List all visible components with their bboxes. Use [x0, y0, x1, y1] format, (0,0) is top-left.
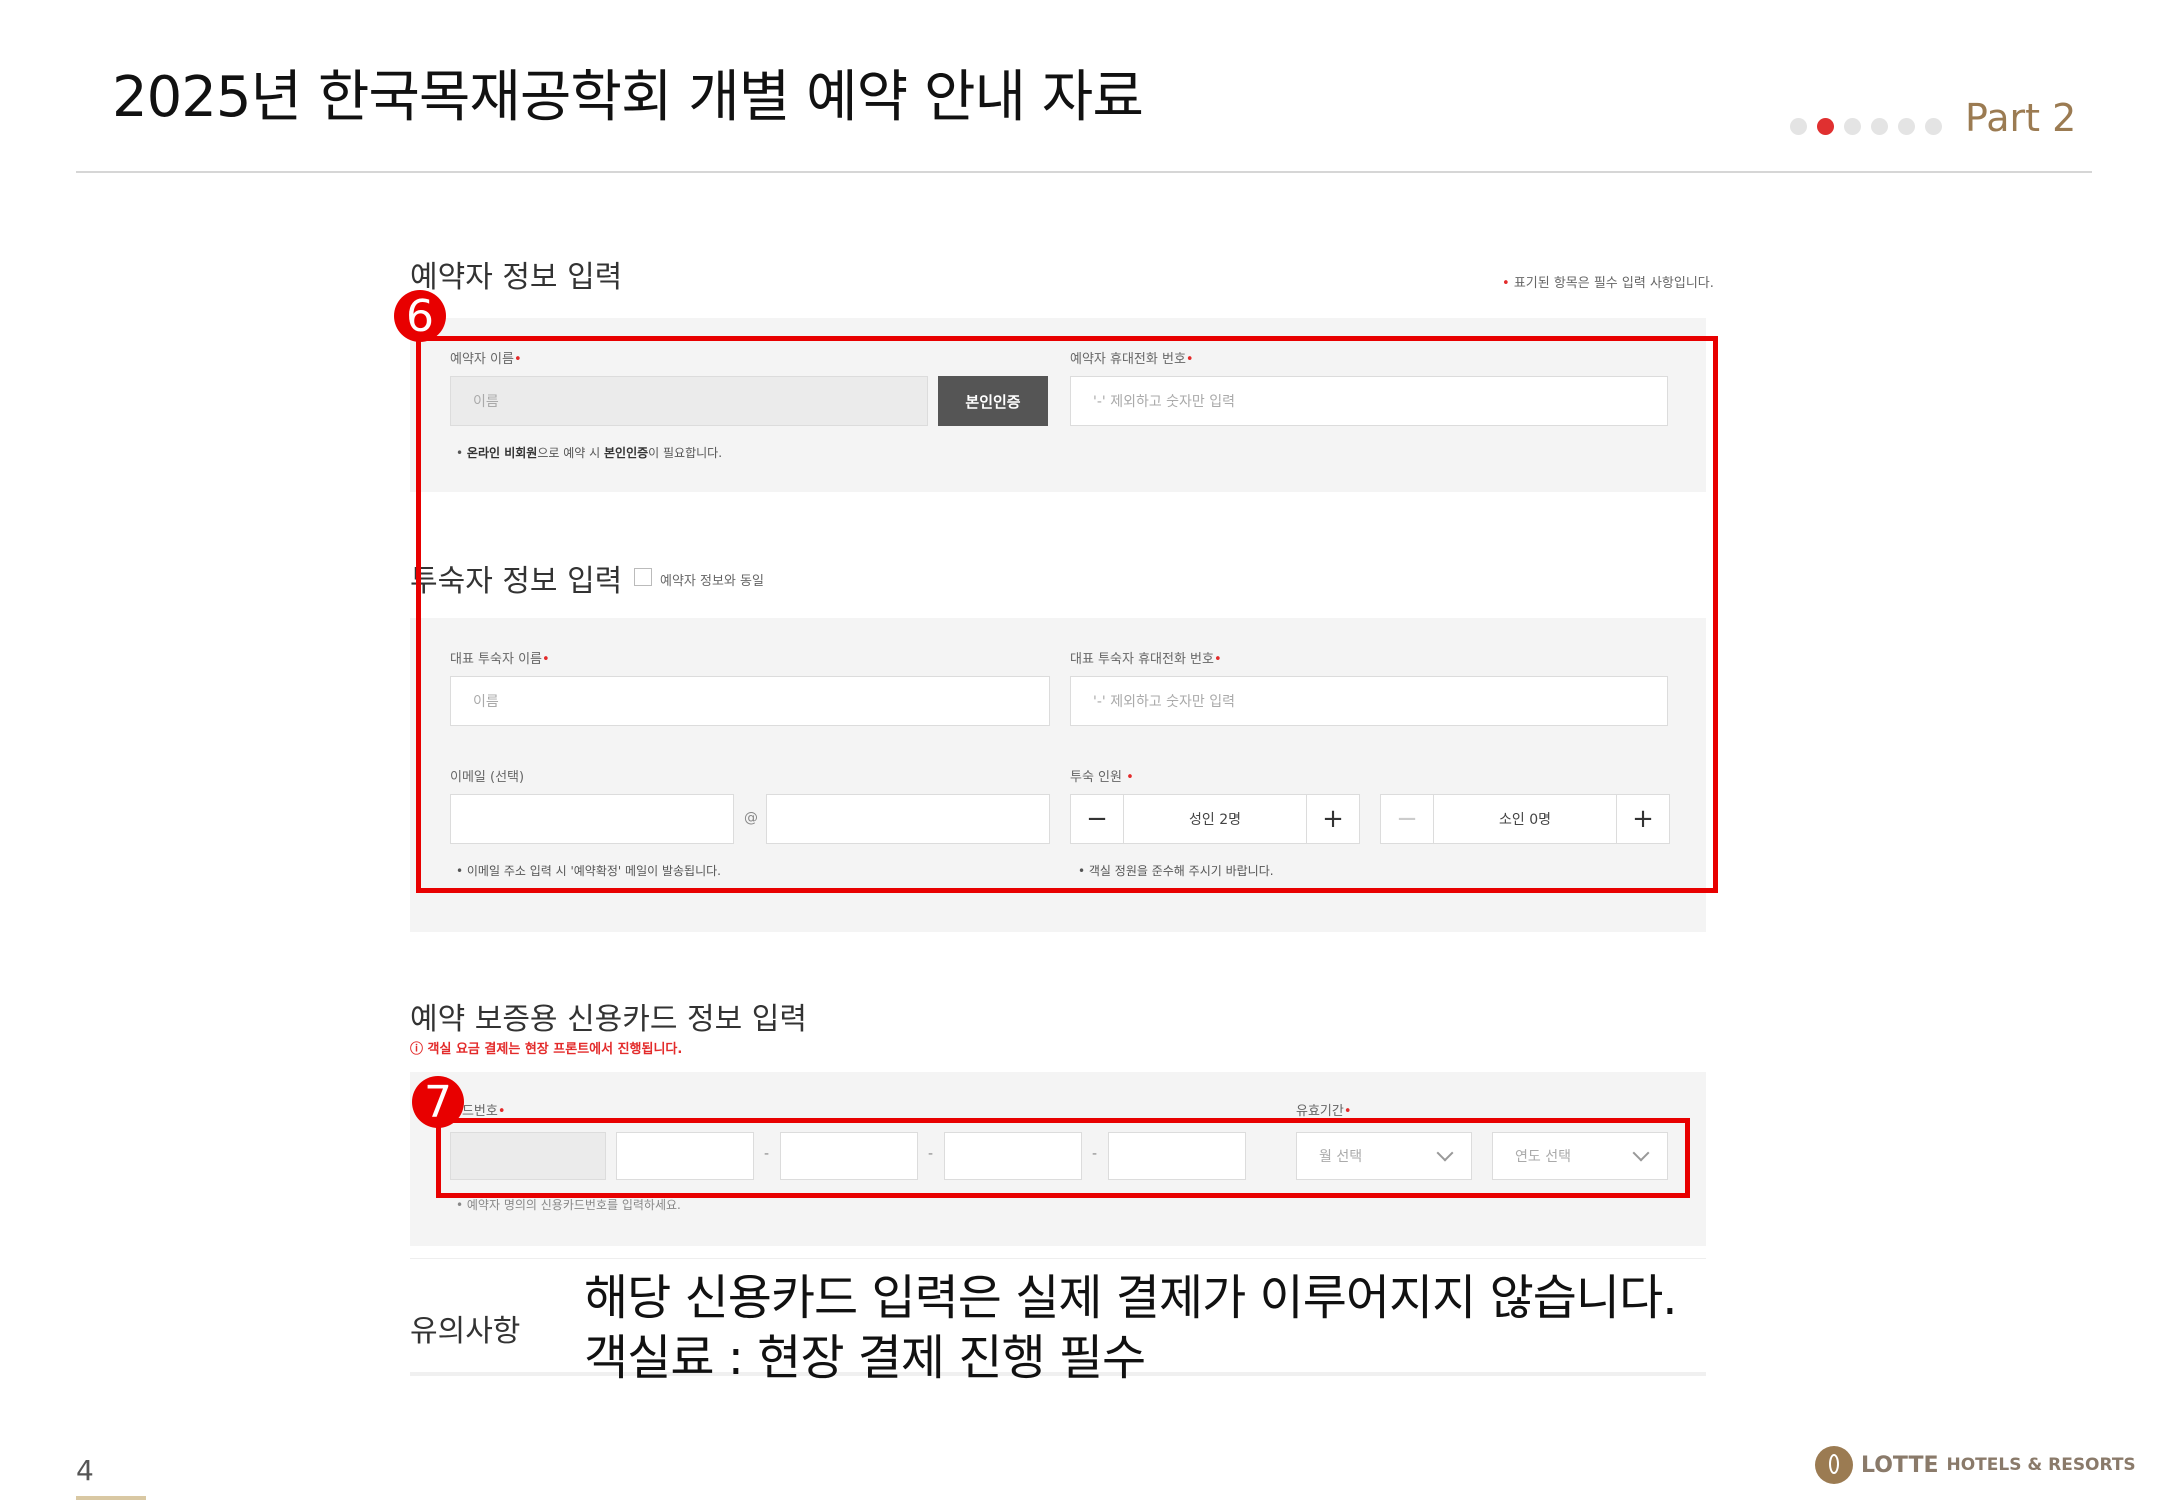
booker-section-title: 예약자 정보 입력 [410, 260, 623, 295]
logo-secondary-text: HOTELS & RESORTS [1946, 1455, 2136, 1475]
card-note: • 예약자 명의의 신용카드번호를 입력하세요. [456, 1198, 681, 1212]
expiry-label: 유효기간• [1296, 1100, 1352, 1119]
required-star: • [497, 1104, 506, 1119]
step-badge-7: 7 [412, 1076, 464, 1128]
required-note: • 표기된 항목은 필수 입력 사항입니다. [1502, 272, 1714, 291]
highlight-box-6 [416, 336, 1718, 893]
required-note-text: 표기된 항목은 필수 입력 사항입니다. [1513, 276, 1714, 291]
annotation-text: 해당 신용카드 입력은 실제 결제가 이루어지지 않습니다. 객실료 : 현장 … [584, 1268, 1677, 1388]
part-label: Part 2 [1965, 96, 2077, 140]
required-star: • [1343, 1104, 1352, 1119]
annotation-line-1: 해당 신용카드 입력은 실제 결제가 이루어지지 않습니다. [584, 1270, 1677, 1326]
page-number: 4 [76, 1454, 94, 1487]
expiry-label-text: 유효기간 [1296, 1104, 1344, 1119]
pager-dots [1790, 118, 1942, 135]
card-section-title: 예약 보증용 신용카드 정보 입력 [410, 1002, 807, 1037]
logo-primary-text: LOTTE [1861, 1452, 1939, 1478]
card-warning: ⓘ 객실 요금 결제는 현장 프론트에서 진행됩니다. [410, 1042, 683, 1057]
pager-dot [1898, 118, 1915, 135]
pager-dot [1844, 118, 1861, 135]
lotte-logo-icon [1815, 1446, 1853, 1484]
pager-dot [1925, 118, 1942, 135]
footer-accent-bar [76, 1496, 146, 1500]
pager-dot [1790, 118, 1807, 135]
required-mark: • [1502, 276, 1510, 291]
pager-dot-active [1817, 118, 1834, 135]
lotte-logo: LOTTE HOTELS & RESORTS [1815, 1446, 2136, 1484]
caution-title: 유의사항 [410, 1314, 521, 1349]
pager-dot [1871, 118, 1888, 135]
highlight-box-7 [436, 1118, 1690, 1198]
annotation-line-2: 객실료 : 현장 결제 진행 필수 [584, 1330, 1146, 1386]
slide-title: 2025년 한국목재공학회 개별 예약 안내 자료 [112, 65, 1144, 130]
step-badge-6: 6 [394, 290, 446, 342]
header-divider [76, 171, 2092, 173]
